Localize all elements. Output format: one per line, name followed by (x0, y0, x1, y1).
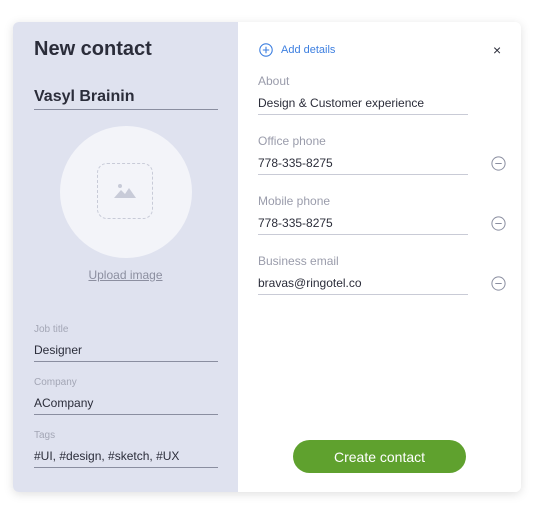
mobile-phone-field[interactable]: Mobile phone 778-335-8275 (258, 194, 468, 235)
job-title-field[interactable]: Job title Designer (34, 324, 218, 362)
tags-input[interactable]: #UI, #design, #sketch, #UX (34, 449, 218, 468)
upload-image-link[interactable]: Upload image (13, 268, 238, 282)
about-label: About (258, 74, 290, 88)
remove-office-phone-icon[interactable] (491, 156, 506, 171)
business-email-input[interactable]: bravas@ringotel.co (258, 276, 468, 295)
company-input[interactable]: ACompany (34, 396, 218, 415)
contact-details-panel: Add details × About Design & Customer ex… (238, 22, 521, 492)
job-title-input[interactable]: Designer (34, 343, 218, 362)
remove-mobile-phone-icon[interactable] (491, 216, 506, 231)
business-email-label: Business email (258, 254, 339, 268)
add-details-button[interactable]: Add details (259, 43, 335, 57)
new-contact-dialog: New contact Vasyl Brainin Upload image J… (13, 22, 521, 492)
tags-field[interactable]: Tags #UI, #design, #sketch, #UX (34, 430, 218, 468)
close-icon[interactable]: × (493, 42, 501, 58)
create-contact-button[interactable]: Create contact (293, 440, 466, 473)
office-phone-label: Office phone (258, 134, 326, 148)
mobile-phone-input[interactable]: 778-335-8275 (258, 216, 468, 235)
contact-name-field[interactable]: Vasyl Brainin (34, 88, 218, 110)
remove-business-email-icon[interactable] (491, 276, 506, 291)
tags-label: Tags (34, 430, 56, 441)
image-placeholder-icon (114, 184, 136, 198)
image-drop-zone[interactable] (97, 163, 153, 219)
contact-identity-panel: New contact Vasyl Brainin Upload image J… (13, 22, 238, 492)
mobile-phone-label: Mobile phone (258, 194, 331, 208)
about-input[interactable]: Design & Customer experience (258, 96, 468, 115)
company-field[interactable]: Company ACompany (34, 377, 218, 415)
about-field[interactable]: About Design & Customer experience (258, 74, 468, 115)
business-email-field[interactable]: Business email bravas@ringotel.co (258, 254, 468, 295)
add-details-label: Add details (281, 44, 336, 56)
contact-name-value: Vasyl Brainin (34, 88, 135, 105)
job-title-label: Job title (34, 324, 69, 335)
avatar-placeholder[interactable] (60, 126, 192, 258)
company-label: Company (34, 377, 77, 388)
plus-circle-icon (259, 43, 273, 57)
office-phone-input[interactable]: 778-335-8275 (258, 156, 468, 175)
office-phone-field[interactable]: Office phone 778-335-8275 (258, 134, 468, 175)
dialog-title: New contact (34, 38, 152, 60)
